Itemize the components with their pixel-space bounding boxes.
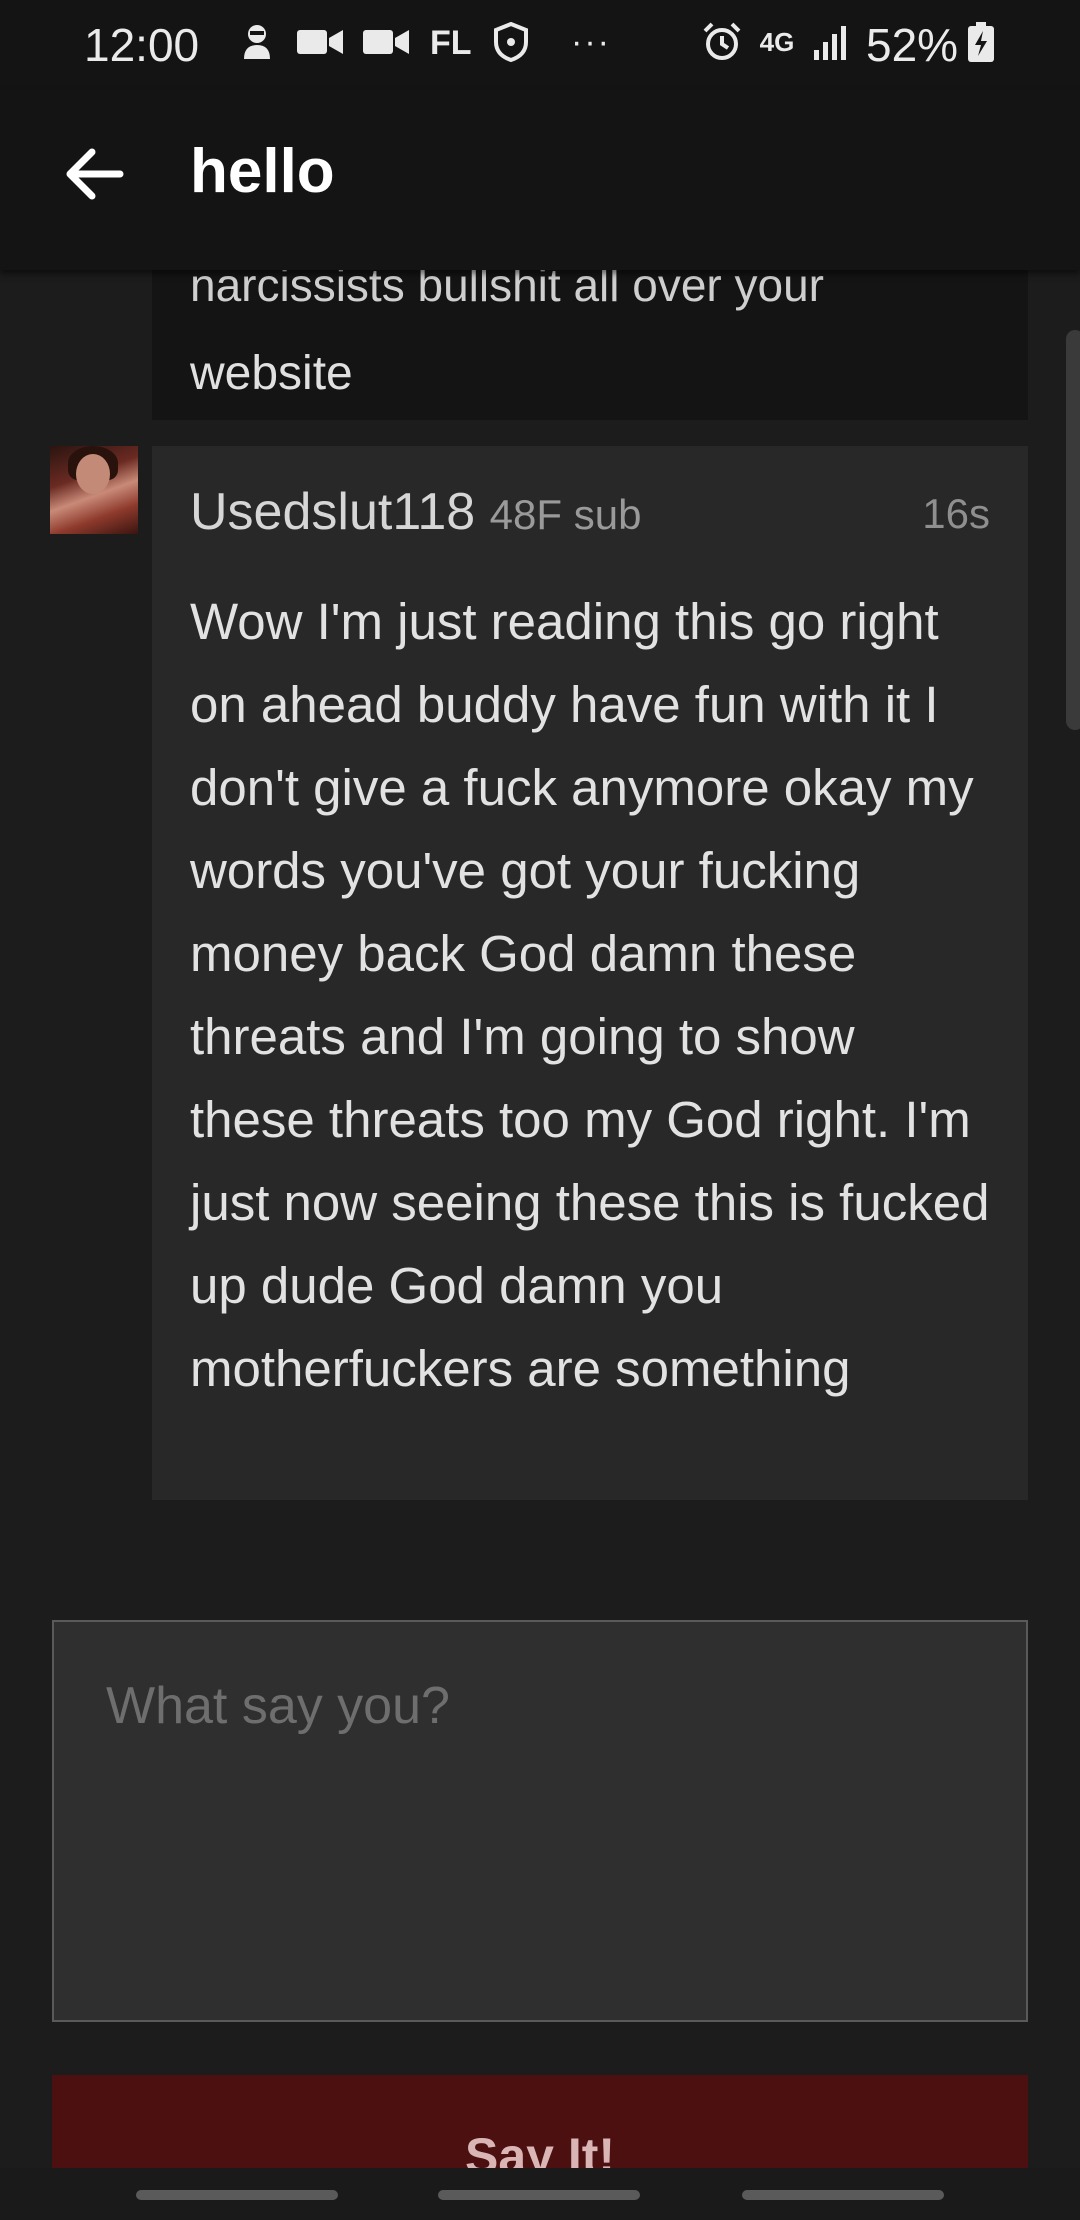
system-nav-bar xyxy=(0,2168,1080,2220)
reply-composer[interactable] xyxy=(52,1620,1028,2022)
page-title: hello xyxy=(190,137,335,206)
carrier-label: FL xyxy=(430,24,472,62)
signal-icon xyxy=(812,22,852,62)
back-arrow-icon xyxy=(66,148,124,200)
account-icon xyxy=(240,22,274,62)
avatar[interactable] xyxy=(50,446,138,534)
scrollbar-thumb[interactable] xyxy=(1066,330,1080,730)
battery-percent: 52% xyxy=(866,19,959,71)
message-username[interactable]: Usedslut118 xyxy=(190,483,475,541)
reply-textarea[interactable] xyxy=(54,1622,1026,2020)
battery-icon xyxy=(966,22,996,62)
message-header: Usedslut118 48F sub 16s xyxy=(190,482,990,542)
app-header: hello xyxy=(0,90,1080,270)
alarm-icon xyxy=(700,22,744,62)
back-button[interactable] xyxy=(58,138,130,210)
network-icon: 4G xyxy=(759,26,795,57)
status-bar: 12:00 FL ··· 4G 52% xyxy=(0,0,1080,90)
shield-icon xyxy=(490,22,532,62)
message-user-meta: 48F sub xyxy=(489,491,642,538)
more-notifications-icon: ··· xyxy=(571,22,611,61)
nav-home-button[interactable] xyxy=(438,2190,640,2200)
status-time: 12:00 xyxy=(84,19,200,71)
message-timestamp: 16s xyxy=(922,490,990,537)
previous-message-bubble: narcissists bullshit all over your websi… xyxy=(152,270,1028,420)
nav-recent-button[interactable] xyxy=(136,2190,338,2200)
message-body: Wow I'm just reading this go right on ah… xyxy=(190,593,990,1397)
nav-back-button[interactable] xyxy=(742,2190,944,2200)
previous-message-text: narcissists bullshit all over your xyxy=(190,270,825,311)
video-icon xyxy=(362,22,410,62)
video-icon xyxy=(296,22,344,62)
message-bubble: Usedslut118 48F sub 16s Wow I'm just rea… xyxy=(152,446,1028,1500)
previous-message-text: website xyxy=(190,347,353,400)
